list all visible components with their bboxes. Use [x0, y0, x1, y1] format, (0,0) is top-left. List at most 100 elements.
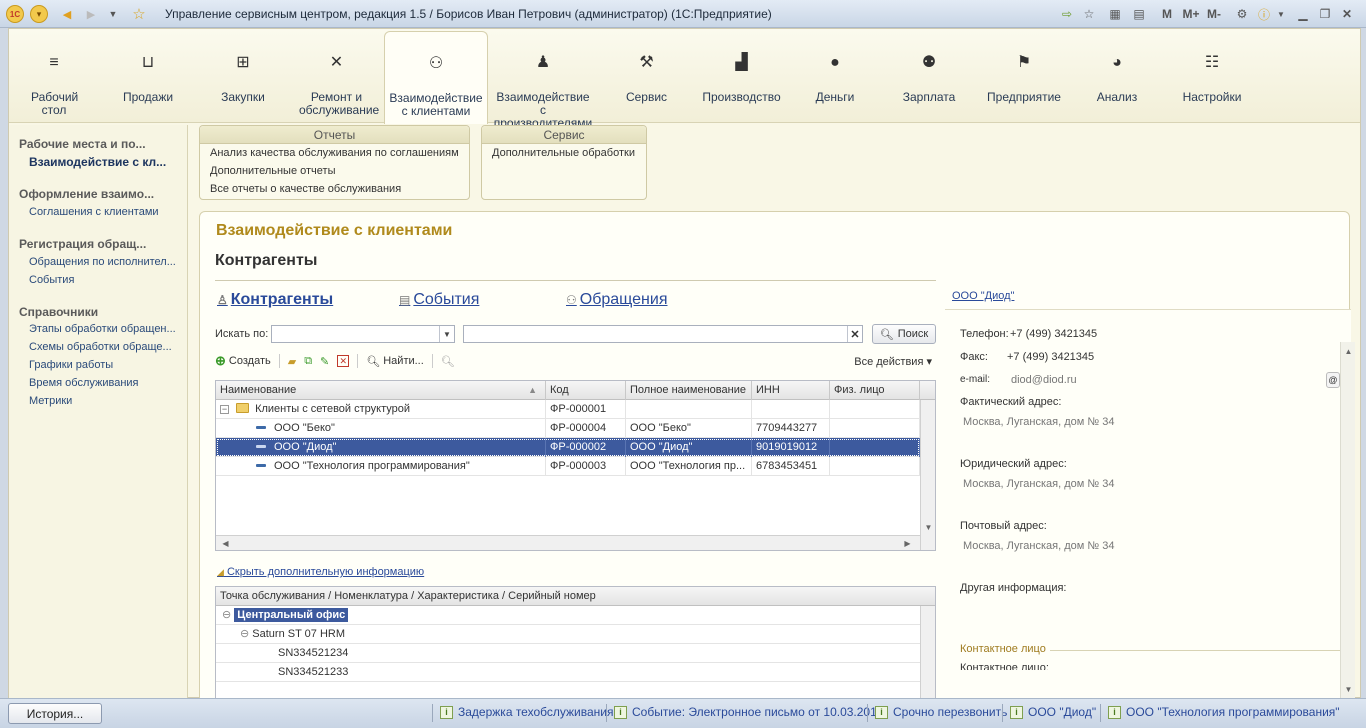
info-dropdown-icon[interactable]: ▼ — [1276, 5, 1286, 23]
status-item-urgent-callback[interactable]: i Срочно перезвонить — [875, 705, 1007, 719]
scroll-up-icon[interactable]: ▲ — [1341, 344, 1356, 359]
email-send-icon[interactable]: @ — [1326, 372, 1340, 388]
memory-button[interactable]: M — [1158, 5, 1176, 23]
calendar-icon[interactable]: ▦ — [1106, 5, 1124, 23]
delete-button[interactable]: ✕ — [337, 355, 350, 367]
collapse-icon[interactable]: ⊖ — [240, 628, 249, 640]
section-enterprise[interactable]: ⚑ Предприятие — [979, 29, 1069, 123]
search-input[interactable]: ✕ — [463, 325, 863, 343]
table-row[interactable]: ООО "Беко" ФР-000004 ООО "Беко" 77094432… — [216, 419, 920, 438]
section-analysis[interactable]: ◕ Анализ — [1071, 29, 1163, 123]
scroll-left-icon[interactable]: ◀ — [218, 536, 233, 550]
section-money[interactable]: ● Деньги — [789, 29, 881, 123]
section-purchases[interactable]: ⊞ Закупки — [197, 29, 289, 123]
calculator-icon[interactable]: ▤ — [1130, 5, 1148, 23]
tree-row[interactable]: ⊖ Центральный офис — [216, 606, 920, 625]
section-salary[interactable]: ⚉ Зарплата — [881, 29, 977, 123]
chevron-down-icon[interactable]: ▼ — [439, 326, 454, 342]
history-dropdown-icon[interactable]: ▼ — [104, 5, 122, 23]
restore-icon[interactable]: ❐ — [1316, 5, 1334, 23]
section-sales[interactable]: ⊔ Продажи — [99, 29, 197, 123]
collapse-icon[interactable]: − — [220, 405, 229, 414]
tab-counterparties[interactable]: ♙ Контрагенты — [217, 291, 333, 309]
nav-item-service-time[interactable]: Время обслуживания — [29, 377, 139, 389]
status-item-maintenance-delay[interactable]: i Задержка техобслуживания — [440, 705, 613, 719]
column-code[interactable]: Код — [546, 381, 626, 400]
table-row[interactable]: − Клиенты с сетевой структурой ФР-000001 — [216, 400, 920, 419]
nav-group-title[interactable]: Рабочие места и по... — [19, 137, 146, 151]
nav-group-title[interactable]: Оформление взаимо... — [19, 187, 154, 201]
column-name[interactable]: Наименование ▲ — [216, 381, 546, 400]
tools-icon[interactable]: ⚙ — [1234, 5, 1250, 23]
favorites-star-icon[interactable]: ☆ — [130, 5, 148, 23]
info-icon[interactable]: ⓘ — [1256, 5, 1272, 23]
app-logo-icon[interactable]: 1С — [6, 5, 24, 23]
forward-arrow-icon[interactable]: ▶ — [82, 5, 100, 23]
report-quality-by-agreements[interactable]: Анализ качества обслуживания по соглашен… — [200, 144, 469, 162]
goto-icon[interactable]: ⇨ — [1058, 5, 1076, 23]
vertical-scrollbar[interactable] — [920, 606, 935, 699]
column-full-name[interactable]: Полное наименование — [626, 381, 752, 400]
table-row[interactable]: ООО "Технология программирования" ФР-000… — [216, 457, 920, 476]
create-button[interactable]: ⊕ Создать — [215, 353, 271, 369]
section-client-interaction[interactable]: ⚇ Взаимодействие с клиентами — [384, 31, 488, 124]
scroll-right-icon[interactable]: ▶ — [900, 536, 915, 550]
section-repair[interactable]: ✕ Ремонт и обслуживание — [289, 29, 384, 123]
vertical-scrollbar[interactable]: ▼ — [920, 400, 935, 550]
nav-item-work-schedules[interactable]: Графики работы — [29, 359, 113, 371]
counterparty-link[interactable]: ООО "Диод" — [952, 290, 1014, 302]
bookmark-icon[interactable]: ☆ — [1080, 5, 1098, 23]
scroll-down-icon[interactable]: ▼ — [921, 520, 935, 535]
tree-row[interactable]: ⊖ Saturn ST 07 HRM — [216, 625, 920, 644]
nav-item-client-agreements[interactable]: Соглашения с клиентами — [29, 206, 159, 218]
additional-processing[interactable]: Дополнительные обработки — [482, 144, 646, 162]
search-button[interactable]: 🔍︎ Поиск — [872, 324, 936, 344]
section-manufacturer-interaction[interactable]: ♟ Взаимодействие с производителями — [491, 29, 595, 130]
section-service[interactable]: ⚒ Сервис — [599, 29, 694, 123]
status-item-email-event[interactable]: i Событие: Электронное письмо от 10.03.20… — [614, 705, 883, 719]
create-group-button[interactable]: ▰ — [288, 355, 296, 368]
section-desktop[interactable]: ≡ Рабочий стол — [11, 29, 97, 123]
column-inn[interactable]: ИНН — [752, 381, 830, 400]
nav-group-title[interactable]: Регистрация обращ... — [19, 237, 146, 251]
back-arrow-icon[interactable]: ◀ — [58, 5, 76, 23]
section-settings[interactable]: ☷ Настройки — [1165, 29, 1259, 123]
all-actions-menu[interactable]: Все действия ▾ — [854, 355, 932, 368]
email-value[interactable]: diod@diod.ru — [1011, 374, 1077, 386]
close-icon[interactable]: ✕ — [1338, 5, 1356, 23]
cancel-search-button[interactable]: 🔍︎ — [441, 355, 455, 368]
nav-item-metrics[interactable]: Метрики — [29, 395, 72, 407]
section-production[interactable]: ▟ Производство — [694, 29, 789, 123]
scroll-down-icon[interactable]: ▼ — [1341, 682, 1356, 697]
edit-button[interactable]: ✎ — [320, 355, 329, 368]
clear-icon[interactable]: ✕ — [847, 326, 862, 342]
tree-row[interactable]: SN334521233 — [216, 663, 920, 682]
nav-item-request-stages[interactable]: Этапы обработки обращен... — [29, 323, 176, 335]
status-item-diod[interactable]: i ООО "Диод" — [1010, 705, 1096, 719]
report-all-quality[interactable]: Все отчеты о качестве обслуживания — [200, 180, 469, 198]
column-individual[interactable]: Физ. лицо — [830, 381, 920, 400]
hide-additional-info-link[interactable]: ◢ Скрыть дополнительную информацию — [217, 566, 424, 578]
memory-plus-button[interactable]: M+ — [1180, 5, 1202, 23]
main-menu-icon[interactable]: ▾ — [30, 5, 48, 23]
minimize-icon[interactable]: ▁ — [1294, 5, 1312, 23]
status-item-tech-programming[interactable]: i ООО "Технология программирования" — [1108, 705, 1340, 719]
nav-item-events[interactable]: События — [29, 274, 74, 286]
info-vertical-scrollbar[interactable]: ▲ ▼ — [1340, 342, 1355, 700]
nav-item-client-interaction-workplace[interactable]: Взаимодействие с кл... — [29, 155, 166, 169]
history-button[interactable]: История... — [8, 703, 102, 724]
horizontal-scrollbar[interactable]: ◀ ▶ — [216, 535, 920, 550]
nav-group-title[interactable]: Справочники — [19, 305, 98, 319]
nav-item-request-schemes[interactable]: Схемы обработки обраще... — [29, 341, 172, 353]
copy-button[interactable]: ⧉ — [304, 355, 312, 368]
memory-minus-button[interactable]: M- — [1204, 5, 1224, 23]
tab-events[interactable]: ▤ События — [399, 291, 479, 309]
tab-requests[interactable]: ⚇ Обращения — [566, 291, 668, 309]
report-additional[interactable]: Дополнительные отчеты — [200, 162, 469, 180]
tree-row[interactable]: SN334521234 — [216, 644, 920, 663]
find-button[interactable]: 🔍︎ Найти... — [366, 355, 424, 368]
nav-item-requests-by-executor[interactable]: Обращения по исполнител... — [29, 256, 176, 268]
search-by-select[interactable]: ▼ — [271, 325, 455, 343]
collapse-icon[interactable]: ⊖ — [222, 609, 231, 621]
table-row-selected[interactable]: ООО "Диод" ФР-000002 ООО "Диод" 90190190… — [216, 438, 920, 457]
